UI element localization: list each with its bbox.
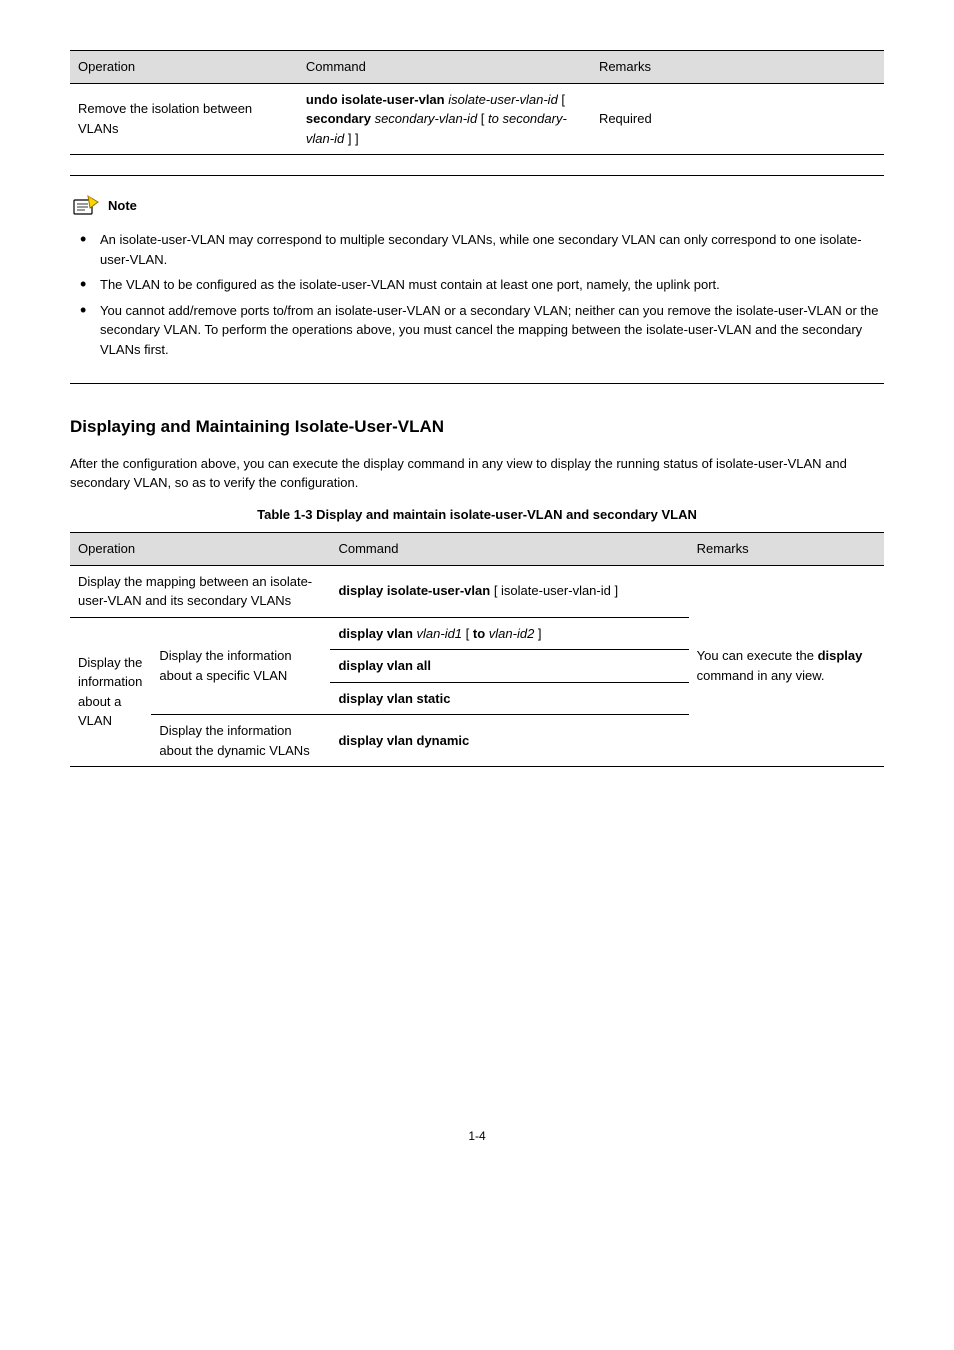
table-row: Remove the isolation between VLANs undo …	[70, 83, 884, 155]
cell-command: display isolate-user-vlan [ isolate-user…	[330, 565, 688, 617]
th-command: Command	[298, 51, 591, 84]
note-list: An isolate-user-VLAN may correspond to m…	[70, 230, 884, 359]
note-label: Note	[108, 196, 137, 216]
table-row: Display the mapping between an isolate-u…	[70, 565, 884, 617]
th-remarks: Remarks	[591, 51, 884, 84]
cell-remarks: Required	[591, 83, 884, 155]
cell-command: display vlan dynamic	[330, 715, 688, 767]
page-number: 1-4	[70, 1127, 884, 1145]
table-caption: Table 1-3 Display and maintain isolate-u…	[70, 505, 884, 525]
body-paragraph: After the configuration above, you can e…	[70, 454, 884, 493]
cell-sub-op: Display the information about a specific…	[151, 617, 330, 715]
table-operation-command-1: Operation Command Remarks Remove the iso…	[70, 50, 884, 155]
cell-operation: Display the mapping between an isolate-u…	[70, 565, 330, 617]
section-heading: Displaying and Maintaining Isolate-User-…	[70, 414, 884, 440]
cell-remarks: You can execute the display command in a…	[689, 565, 884, 767]
list-item: You cannot add/remove ports to/from an i…	[80, 301, 884, 360]
cell-command: display vlan all	[330, 650, 688, 683]
note-block: Note An isolate-user-VLAN may correspond…	[70, 175, 884, 384]
note-header: Note	[70, 194, 884, 218]
table-display-maintain: Operation Command Remarks Display the ma…	[70, 532, 884, 767]
cell-parent-op: Display the information about a VLAN	[70, 617, 151, 767]
cell-command: undo isolate-user-vlan isolate-user-vlan…	[298, 83, 591, 155]
th-remarks: Remarks	[689, 533, 884, 566]
th-operation: Operation	[70, 51, 298, 84]
cell-operation: Remove the isolation between VLANs	[70, 83, 298, 155]
cell-command: display vlan static	[330, 682, 688, 715]
list-item: An isolate-user-VLAN may correspond to m…	[80, 230, 884, 269]
cell-sub-op: Display the information about the dynami…	[151, 715, 330, 767]
th-operation: Operation	[70, 533, 330, 566]
cell-command: display vlan vlan-id1 [ to vlan-id2 ]	[330, 617, 688, 650]
list-item: The VLAN to be configured as the isolate…	[80, 275, 884, 295]
th-command: Command	[330, 533, 688, 566]
note-icon	[70, 194, 102, 218]
